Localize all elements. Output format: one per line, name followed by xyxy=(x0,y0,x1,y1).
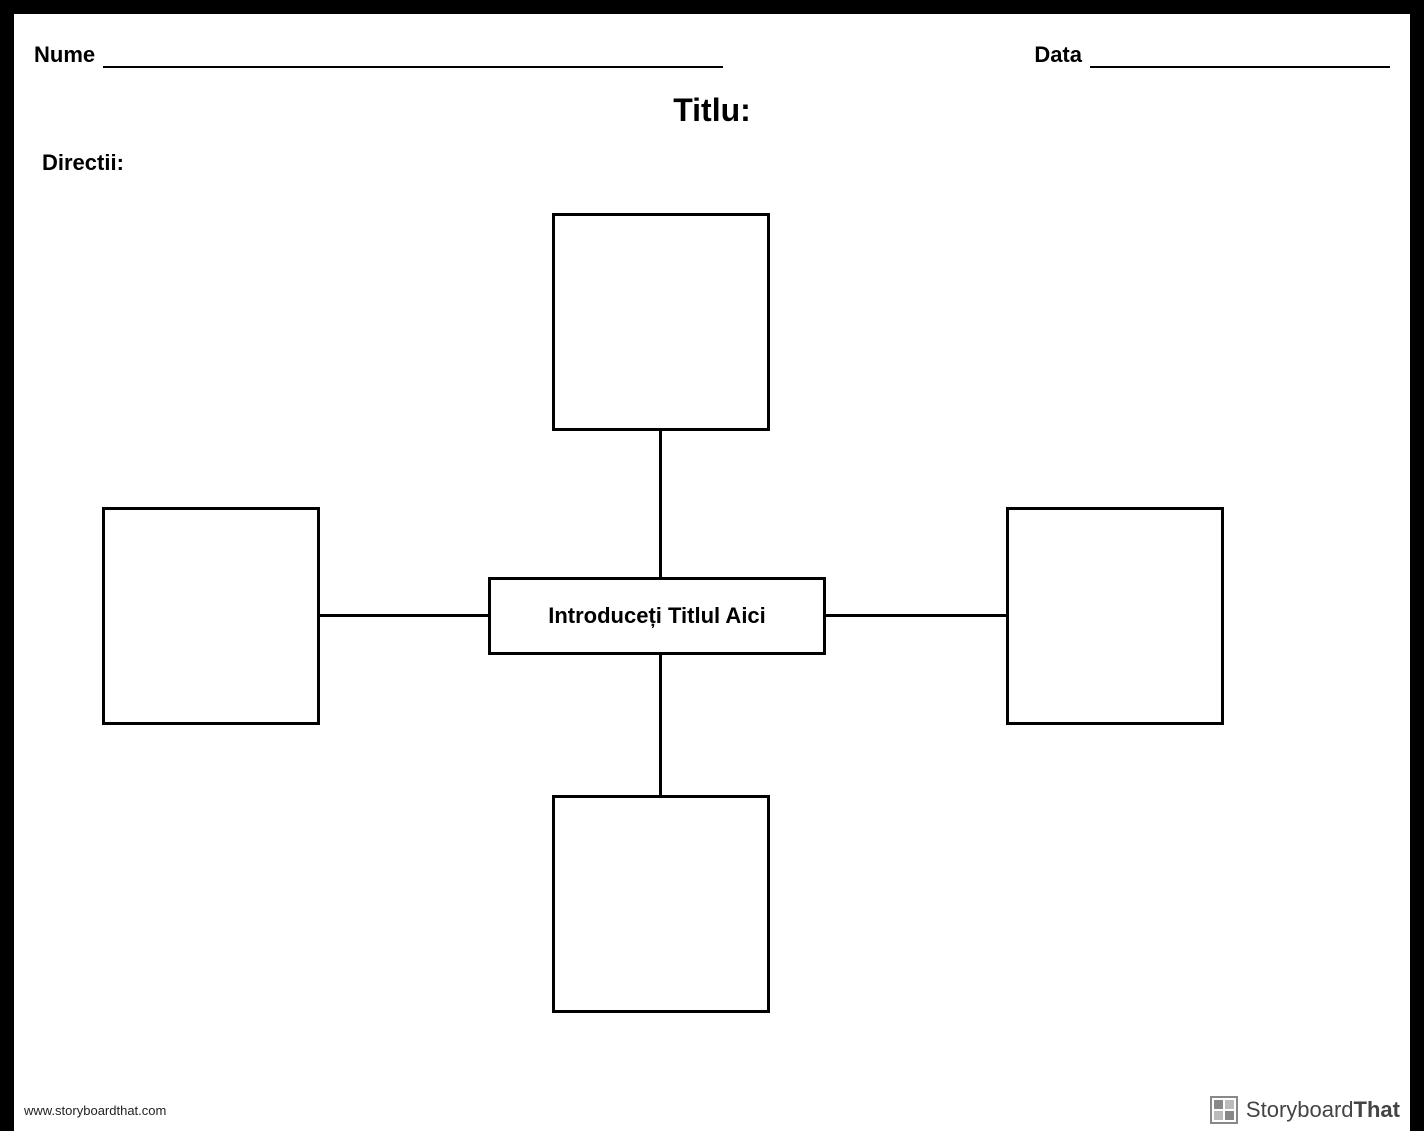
storyboard-icon xyxy=(1210,1096,1238,1124)
brand-text-thin: Storyboard xyxy=(1246,1097,1354,1122)
connector-left xyxy=(320,614,488,617)
name-label: Nume xyxy=(34,42,95,68)
footer-url: www.storyboardthat.com xyxy=(24,1103,166,1118)
brand-text: StoryboardThat xyxy=(1246,1097,1400,1123)
connector-right xyxy=(826,614,1006,617)
box-bottom[interactable] xyxy=(552,795,770,1013)
page-title: Titlu: xyxy=(14,92,1410,129)
worksheet-page: Nume Data Titlu: Directii: Introduceți T… xyxy=(14,14,1410,1117)
name-blank-line[interactable] xyxy=(103,48,723,68)
center-title-box[interactable]: Introduceți Titlul Aici xyxy=(488,577,826,655)
box-left[interactable] xyxy=(102,507,320,725)
directions-label: Directii: xyxy=(42,150,124,176)
brand-text-bold: That xyxy=(1354,1097,1400,1122)
brand-logo: StoryboardThat xyxy=(1210,1096,1400,1124)
connector-bottom xyxy=(659,655,662,795)
box-right[interactable] xyxy=(1006,507,1224,725)
spider-map-diagram: Introduceți Titlul Aici xyxy=(14,179,1410,1059)
name-field-group: Nume xyxy=(34,42,723,68)
center-title-text: Introduceți Titlul Aici xyxy=(548,603,766,629)
footer-bar: www.storyboardthat.com StoryboardThat xyxy=(14,1089,1410,1131)
date-label: Data xyxy=(1034,42,1082,68)
date-field-group: Data xyxy=(1034,42,1390,68)
connector-top xyxy=(659,431,662,577)
date-blank-line[interactable] xyxy=(1090,48,1390,68)
header-row: Nume Data xyxy=(34,42,1390,68)
box-top[interactable] xyxy=(552,213,770,431)
